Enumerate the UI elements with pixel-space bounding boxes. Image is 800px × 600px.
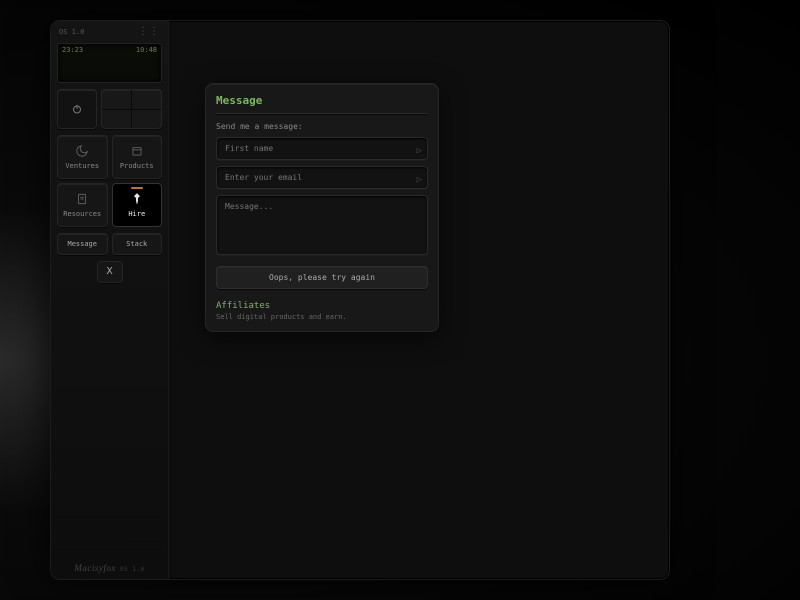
brand-version: OS 1.0 (120, 566, 145, 573)
message-textarea[interactable] (216, 195, 428, 255)
os-version-label: OS 1.0 (59, 28, 84, 36)
nav-products[interactable]: Products (112, 135, 163, 179)
pin-icon (130, 192, 144, 206)
close-button[interactable]: X (97, 261, 123, 283)
sidebar-header: OS 1.0 ⋮⋮ (57, 27, 162, 37)
message-button[interactable]: Message (57, 233, 108, 255)
main-area: Message Send me a message: ▷ ▷ Oops, ple… (169, 21, 669, 579)
nav-hire-label: Hire (128, 210, 145, 218)
affiliates-sub: Sell digital products and earn. (216, 313, 428, 321)
dpad[interactable] (101, 89, 162, 129)
lcd-left-value: 23:23 (62, 46, 83, 80)
submit-button[interactable]: Oops, please try again (216, 266, 428, 289)
nav-ventures-label: Ventures (65, 162, 99, 170)
pill-row: Message Stack (57, 233, 162, 255)
menu-icon[interactable]: ⋮⋮ (138, 27, 160, 37)
nav-grid: Ventures Products Resources Hire (57, 135, 162, 227)
lcd-display: 23:23 10:48 (57, 43, 162, 83)
app-frame: OS 1.0 ⋮⋮ 23:23 10:48 Ventures (50, 20, 670, 580)
first-name-input[interactable] (216, 137, 428, 160)
moon-icon (75, 144, 89, 158)
active-indicator (131, 187, 143, 189)
doc-icon (75, 192, 89, 206)
email-input[interactable] (216, 166, 428, 189)
brand-name: Macisyfox (74, 563, 115, 573)
panel-subtitle: Send me a message: (216, 122, 428, 131)
close-icon: X (106, 266, 112, 277)
brand-footer: Macisyfox OS 1.0 (57, 563, 162, 573)
nav-products-label: Products (120, 162, 154, 170)
panel-title: Message (216, 94, 428, 107)
nav-resources[interactable]: Resources (57, 183, 108, 227)
sidebar: OS 1.0 ⋮⋮ 23:23 10:48 Ventures (51, 21, 169, 579)
package-icon (130, 144, 144, 158)
nav-ventures[interactable]: Ventures (57, 135, 108, 179)
divider (216, 113, 428, 114)
message-panel: Message Send me a message: ▷ ▷ Oops, ple… (205, 83, 439, 332)
power-row (57, 89, 162, 129)
nav-hire[interactable]: Hire (112, 183, 163, 227)
power-button[interactable] (57, 89, 97, 129)
speaker-grille (55, 515, 164, 557)
affiliates-block: Affiliates Sell digital products and ear… (216, 301, 428, 321)
affiliates-title: Affiliates (216, 301, 428, 311)
power-icon (71, 103, 83, 115)
nav-resources-label: Resources (63, 210, 101, 218)
lcd-right-value: 10:48 (136, 46, 157, 80)
stack-button[interactable]: Stack (112, 233, 163, 255)
